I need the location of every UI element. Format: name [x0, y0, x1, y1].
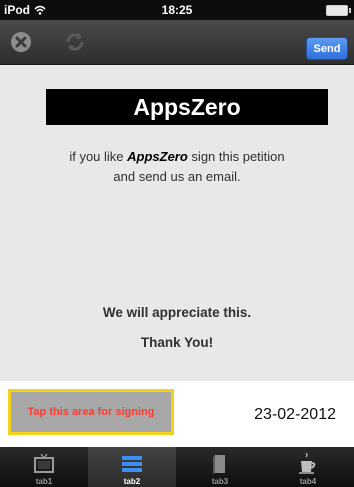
petition-content: AppsZero if you like AppsZero sign this … [0, 65, 354, 381]
appreciate-text: We will appreciate this. [102, 305, 252, 320]
app-screen: iPod 18:25 Send AppsZero if you like App… [0, 0, 354, 487]
tab-3-label: tab3 [211, 477, 229, 486]
tab-2[interactable]: tab2 [88, 447, 176, 487]
petition-prefix: if you like [69, 149, 128, 164]
petition-suffix: sign this petition [187, 149, 285, 164]
list-icon [122, 456, 142, 472]
navigation-bar: Send [0, 20, 354, 65]
book-icon [213, 455, 225, 474]
refresh-icon[interactable] [64, 31, 86, 53]
status-time: 18:25 [161, 3, 193, 17]
signing-area: Tap this area for signing 23-02-2012 [0, 381, 354, 447]
tv-icon [34, 453, 54, 473]
petition-line2: and send us an email. [113, 169, 241, 184]
tab-2-label: tab2 [123, 477, 141, 486]
tab-4[interactable]: tab4 [264, 447, 352, 487]
petition-text: if you like AppsZero sign this petition … [10, 147, 344, 187]
signature-pad[interactable]: Tap this area for signing [8, 389, 174, 435]
signing-prompt: Tap this area for signing [27, 406, 155, 418]
battery-icon [326, 5, 351, 16]
send-button[interactable]: Send [306, 37, 348, 60]
coffee-cup-icon [299, 452, 316, 474]
tab-bar: tab1 tab2 tab3 tab4 [0, 447, 354, 487]
status-bar: iPod 18:25 [0, 0, 354, 20]
tab-4-label: tab4 [299, 477, 317, 486]
thank-you-text: Thank You! [140, 335, 214, 350]
tab-3[interactable]: tab3 [176, 447, 264, 487]
close-icon[interactable] [10, 31, 32, 53]
petition-brand: AppsZero [127, 149, 188, 164]
tab-1-label: tab1 [35, 477, 53, 486]
signing-date: 23-02-2012 [254, 406, 336, 423]
tab-1[interactable]: tab1 [0, 447, 88, 487]
appszero-logo: AppsZero [46, 89, 328, 125]
